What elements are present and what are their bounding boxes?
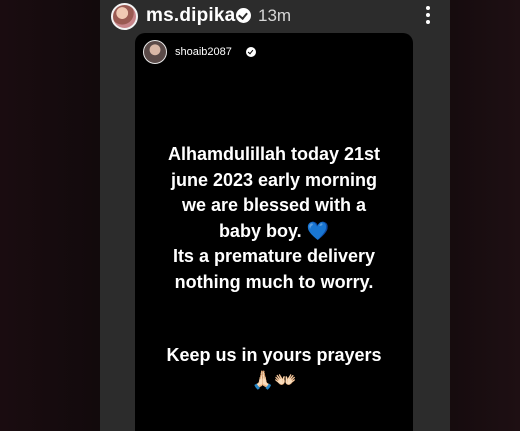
verified-badge-icon — [236, 8, 251, 23]
dot-icon — [426, 13, 430, 17]
left-backdrop — [0, 0, 100, 431]
username[interactable]: ms.dipika — [146, 5, 235, 27]
message-line-with-heart: baby boy. 💙 — [135, 219, 413, 245]
story-username[interactable]: shoaib2087 — [175, 46, 232, 58]
blue-heart-icon: 💙 — [306, 220, 330, 241]
story-verified-badge-icon — [246, 47, 256, 57]
emoji-row: 🙏🏻👐🏻 — [135, 370, 413, 391]
dot-icon — [426, 20, 430, 24]
message-line: nothing much to worry. — [174, 271, 374, 292]
message-line: we are blessed with a — [181, 195, 367, 215]
avatar[interactable] — [111, 3, 138, 30]
prayers-line: Keep us in yours prayers — [166, 345, 382, 365]
shared-story-card[interactable]: shoaib2087 Alhamdulillah today 21st june… — [135, 33, 413, 431]
message-line: baby boy. — [218, 220, 302, 241]
open-hands-icon: 👐🏻 — [274, 370, 297, 390]
message-line: Alhamdulillah today 21st — [167, 144, 381, 164]
more-options-icon[interactable] — [420, 4, 436, 26]
message-line: june 2023 early morning — [170, 169, 378, 190]
post-time: 13m — [258, 6, 292, 25]
pray-hands-icon: 🙏🏻 — [251, 370, 274, 390]
story-message: Alhamdulillah today 21st june 2023 early… — [135, 142, 413, 295]
story-avatar[interactable] — [143, 40, 167, 64]
post-header: ms.dipika 13m — [100, 0, 450, 33]
message-line: Its a premature delivery — [172, 246, 376, 266]
dot-icon — [426, 6, 430, 10]
